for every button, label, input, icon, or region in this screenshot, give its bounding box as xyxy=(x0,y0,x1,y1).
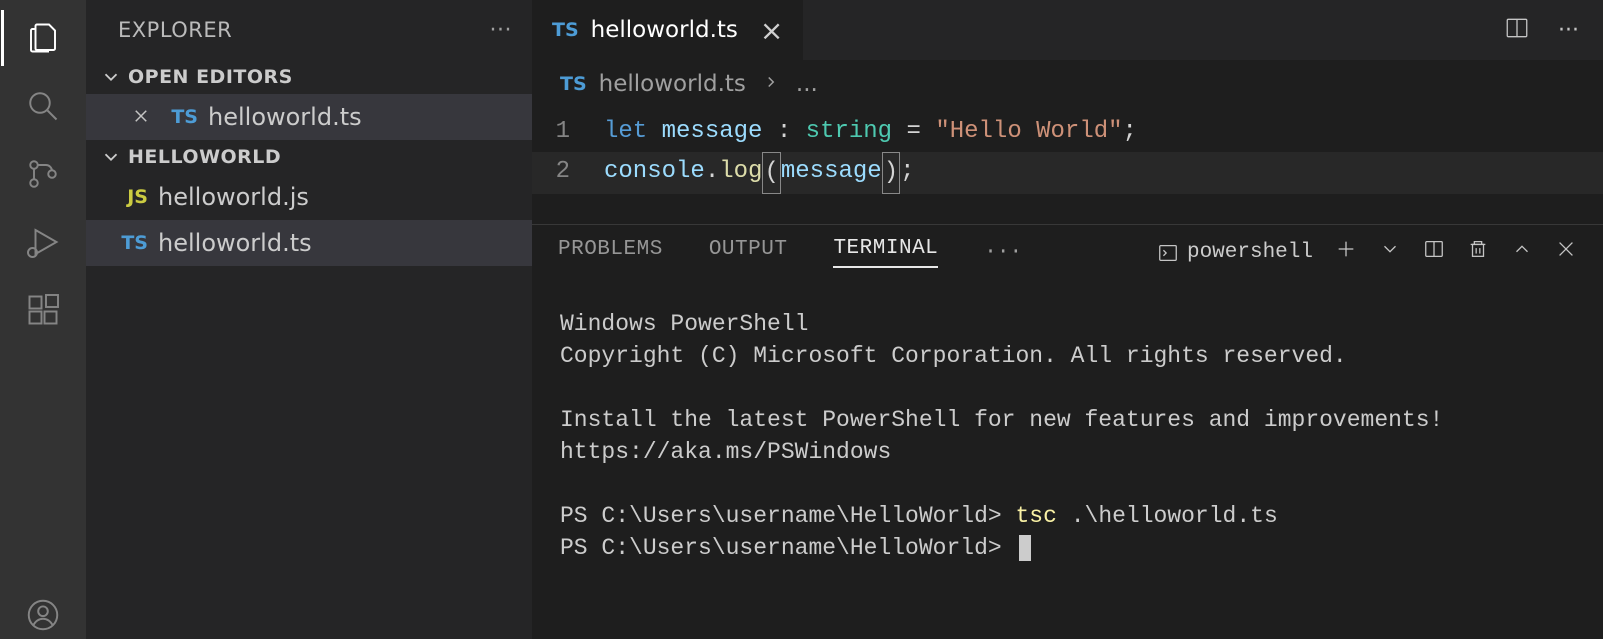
breadcrumb[interactable]: TS helloworld.ts ... xyxy=(532,60,1603,108)
line-number: 1 xyxy=(532,112,604,152)
file-lang-badge: TS xyxy=(118,232,148,254)
bottom-panel: PROBLEMS OUTPUT TERMINAL ··· powershell xyxy=(532,224,1603,639)
open-editor-item[interactable]: TS helloworld.ts xyxy=(86,94,532,140)
tab-output[interactable]: OUTPUT xyxy=(709,238,788,267)
extensions-icon[interactable] xyxy=(19,286,67,334)
terminal-output[interactable]: Windows PowerShell Copyright (C) Microso… xyxy=(532,280,1603,574)
folder-label: HELLOWORLD xyxy=(128,146,281,168)
new-terminal-icon[interactable] xyxy=(1335,238,1357,267)
file-name: helloworld.ts xyxy=(208,103,362,131)
tab-terminal[interactable]: TERMINAL xyxy=(833,237,938,268)
split-editor-icon[interactable] xyxy=(1504,15,1530,45)
chevron-right-icon xyxy=(762,71,780,97)
file-lang-badge: TS xyxy=(168,106,198,128)
main-area: TS helloworld.ts × ··· TS helloworld.ts … xyxy=(532,0,1603,639)
tab-filename: helloworld.ts xyxy=(591,17,738,43)
panel-more-icon[interactable]: ··· xyxy=(984,241,1022,264)
search-icon[interactable] xyxy=(19,82,67,130)
terminal-shell-label: powershell xyxy=(1187,241,1313,264)
sidebar-title: EXPLORER xyxy=(118,18,232,42)
file-item-ts[interactable]: TS helloworld.ts xyxy=(86,220,532,266)
chevron-down-icon[interactable] xyxy=(1379,238,1401,267)
file-lang-badge: TS xyxy=(552,19,579,41)
activity-bar xyxy=(0,0,86,639)
code-editor[interactable]: 1let message : string = "Hello World"; 2… xyxy=(532,108,1603,224)
open-editors-section[interactable]: OPEN EDITORS xyxy=(86,60,532,94)
terminal-cursor xyxy=(1019,535,1031,561)
tab-problems[interactable]: PROBLEMS xyxy=(558,238,663,267)
file-lang-badge: JS xyxy=(118,186,148,208)
run-debug-icon[interactable] xyxy=(19,218,67,266)
breadcrumb-rest: ... xyxy=(796,71,818,97)
chevron-up-icon[interactable] xyxy=(1511,238,1533,267)
editor-tabbar: TS helloworld.ts × ··· xyxy=(532,0,1603,60)
sidebar-more-icon[interactable]: ··· xyxy=(490,18,512,43)
terminal-shell-icon[interactable]: powershell xyxy=(1157,241,1313,264)
folder-section[interactable]: HELLOWORLD xyxy=(86,140,532,174)
close-panel-icon[interactable] xyxy=(1555,238,1577,267)
split-terminal-icon[interactable] xyxy=(1423,238,1445,267)
file-name: helloworld.ts xyxy=(158,229,312,257)
file-lang-badge: TS xyxy=(560,73,587,95)
file-item-js[interactable]: JS helloworld.js xyxy=(86,174,532,220)
breadcrumb-file: helloworld.ts xyxy=(599,71,746,97)
close-icon[interactable]: × xyxy=(760,14,783,47)
sidebar-header: EXPLORER ··· xyxy=(86,0,532,60)
trash-icon[interactable] xyxy=(1467,238,1489,267)
editor-tab[interactable]: TS helloworld.ts × xyxy=(532,0,803,60)
explorer-sidebar: EXPLORER ··· OPEN EDITORS TS helloworld.… xyxy=(86,0,532,639)
source-control-icon[interactable] xyxy=(19,150,67,198)
editor-more-icon[interactable]: ··· xyxy=(1558,18,1579,43)
file-name: helloworld.js xyxy=(158,183,309,211)
line-number: 2 xyxy=(532,152,604,194)
close-icon[interactable] xyxy=(132,103,150,131)
open-editors-label: OPEN EDITORS xyxy=(128,66,293,88)
accounts-icon[interactable] xyxy=(19,591,67,639)
explorer-icon[interactable] xyxy=(19,14,67,62)
